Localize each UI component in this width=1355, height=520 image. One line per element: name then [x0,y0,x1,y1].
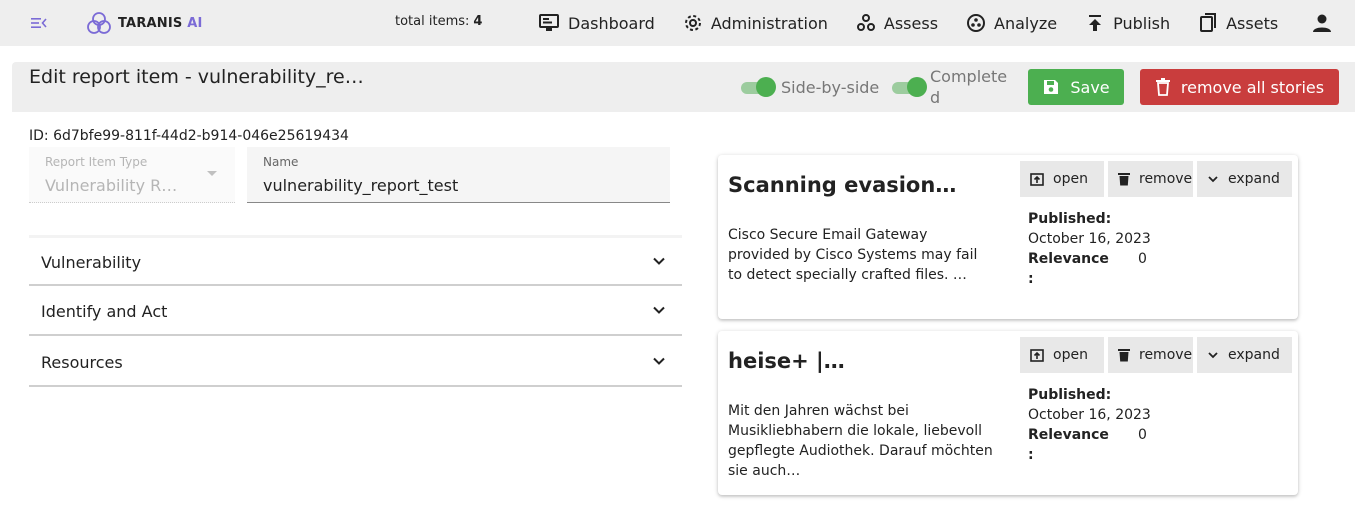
story-meta: Published: October 16, 2023 Relevance 0 … [1028,385,1151,465]
story-open-label: open [1053,347,1088,363]
trash-icon [1118,173,1130,186]
report-item-type-label: Report Item Type [45,155,148,169]
completed-toggle[interactable] [892,76,928,98]
relevance-label: Relevance [1028,427,1109,443]
nav-assets[interactable]: Assets [1198,13,1278,33]
story-card: Scanning evasion… open remove expand Cis… [718,155,1298,319]
relevance-colon: : [1028,447,1034,463]
monitor-icon [539,14,559,31]
panel-vulnerability-label: Vulnerability [41,253,142,272]
nav-analyze[interactable]: Analyze [966,13,1057,33]
story-expand-label: expand [1228,347,1280,363]
story-open-label: open [1053,171,1088,187]
top-bar: TARANIS AI total items: 4 Dashboard Admin… [0,0,1355,46]
nav-administration[interactable]: Administration [683,13,828,33]
panel-resources-label: Resources [41,353,123,372]
total-items-value: 4 [473,14,483,29]
story-expand-button[interactable]: expand [1197,161,1292,197]
story-card: heise+ |… open remove expand Mit den Jah… [718,331,1298,495]
chevron-down-icon [653,357,665,365]
completed-label: Completed [930,67,1008,107]
report-item-id: ID: 6d7bfe99-811f-44d2-b914-046e25619434 [29,128,349,144]
story-expand-button[interactable]: expand [1197,337,1292,373]
nav-dashboard-label: Dashboard [568,13,655,33]
story-title: Scanning evasion… [728,173,957,197]
completed-switch[interactable] [892,76,928,98]
relevance-colon: : [1028,271,1034,287]
user-icon[interactable] [1311,12,1333,38]
panel-identify-and-act-label: Identify and Act [41,302,168,321]
save-button[interactable]: Save [1028,69,1124,105]
story-title: heise+ |… [728,349,845,373]
published-value: October 16, 2023 [1028,407,1151,423]
trash-icon [1155,78,1170,96]
main-nav: Dashboard Administration Assess Analyze … [538,0,1306,46]
published-value: October 16, 2023 [1028,231,1151,247]
story-expand-label: expand [1228,171,1280,187]
trash-icon [1118,349,1130,362]
save-label: Save [1070,77,1110,97]
caret-down-icon [207,171,217,176]
nav-assess[interactable]: Assess [856,13,938,33]
remove-all-label: remove all stories [1180,77,1325,97]
floppy-disk-icon [1044,80,1059,94]
nav-analyze-label: Analyze [994,13,1058,33]
report-item-type-value: Vulnerability R… [45,176,178,195]
upload-icon [1089,15,1102,31]
relevance-label: Relevance [1028,251,1109,267]
story-remove-label: remove [1139,347,1193,363]
logo-text: TARANIS AI [118,15,203,31]
relevance-value: 0 [1138,427,1147,443]
report-item-type-select[interactable]: Report Item Type Vulnerability R… [29,147,235,203]
chevron-down-icon [1208,352,1218,359]
open-in-new-icon [1030,349,1044,362]
chevron-down-icon [653,257,665,265]
relevance-row: Relevance 0 [1028,425,1151,445]
published-label: Published: [1028,211,1112,227]
story-open-button[interactable]: open [1020,161,1104,197]
side-by-side-toggle[interactable]: Side-by-side [741,76,879,98]
story-remove-button[interactable]: remove [1108,337,1193,373]
page-title: Edit report item - vulnerability_re… [29,66,364,88]
story-open-button[interactable]: open [1020,337,1104,373]
gear-icon [684,15,701,31]
analyze-icon [967,14,986,32]
published-label: Published: [1028,387,1112,403]
nav-administration-label: Administration [710,13,828,33]
nav-dashboard[interactable]: Dashboard [538,13,655,33]
relevance-value: 0 [1138,251,1147,267]
nav-assess-label: Assess [883,13,939,33]
documents-icon [1200,13,1217,32]
story-remove-label: remove [1139,171,1193,187]
taranis-logo-icon [87,12,111,34]
total-items-label: total items: [395,14,470,29]
story-meta: Published: October 16, 2023 Relevance 0 … [1028,209,1151,289]
panel-resources[interactable]: Resources [29,338,682,387]
total-items-counter: total items: 4 [395,14,482,29]
panel-identify-and-act[interactable]: Identify and Act [29,287,682,336]
name-value: vulnerability_report_test [263,176,459,195]
nav-publish[interactable]: Publish [1085,13,1170,33]
nav-publish-label: Publish [1113,13,1171,33]
side-by-side-switch[interactable] [741,76,777,98]
story-summary: Cisco Secure Email Gateway provided by C… [728,227,978,283]
panel-vulnerability[interactable]: Vulnerability [29,235,682,286]
nav-assets-label: Assets [1226,13,1279,33]
share-nodes-icon [856,14,875,31]
chevron-down-icon [653,306,665,314]
chevron-down-icon [1208,176,1218,183]
name-field[interactable]: Name vulnerability_report_test [247,147,670,203]
relevance-row: Relevance 0 [1028,249,1151,269]
open-in-new-icon [1030,173,1044,186]
story-summary: Mit den Jahren wächst bei Musikliebhaber… [728,403,993,479]
name-label: Name [263,155,299,169]
taranis-logo[interactable]: TARANIS AI [86,10,203,36]
menu-collapse-icon[interactable] [30,14,48,32]
side-by-side-label: Side-by-side [781,77,880,97]
story-remove-button[interactable]: remove [1108,161,1193,197]
remove-all-stories-button[interactable]: remove all stories [1140,69,1339,105]
